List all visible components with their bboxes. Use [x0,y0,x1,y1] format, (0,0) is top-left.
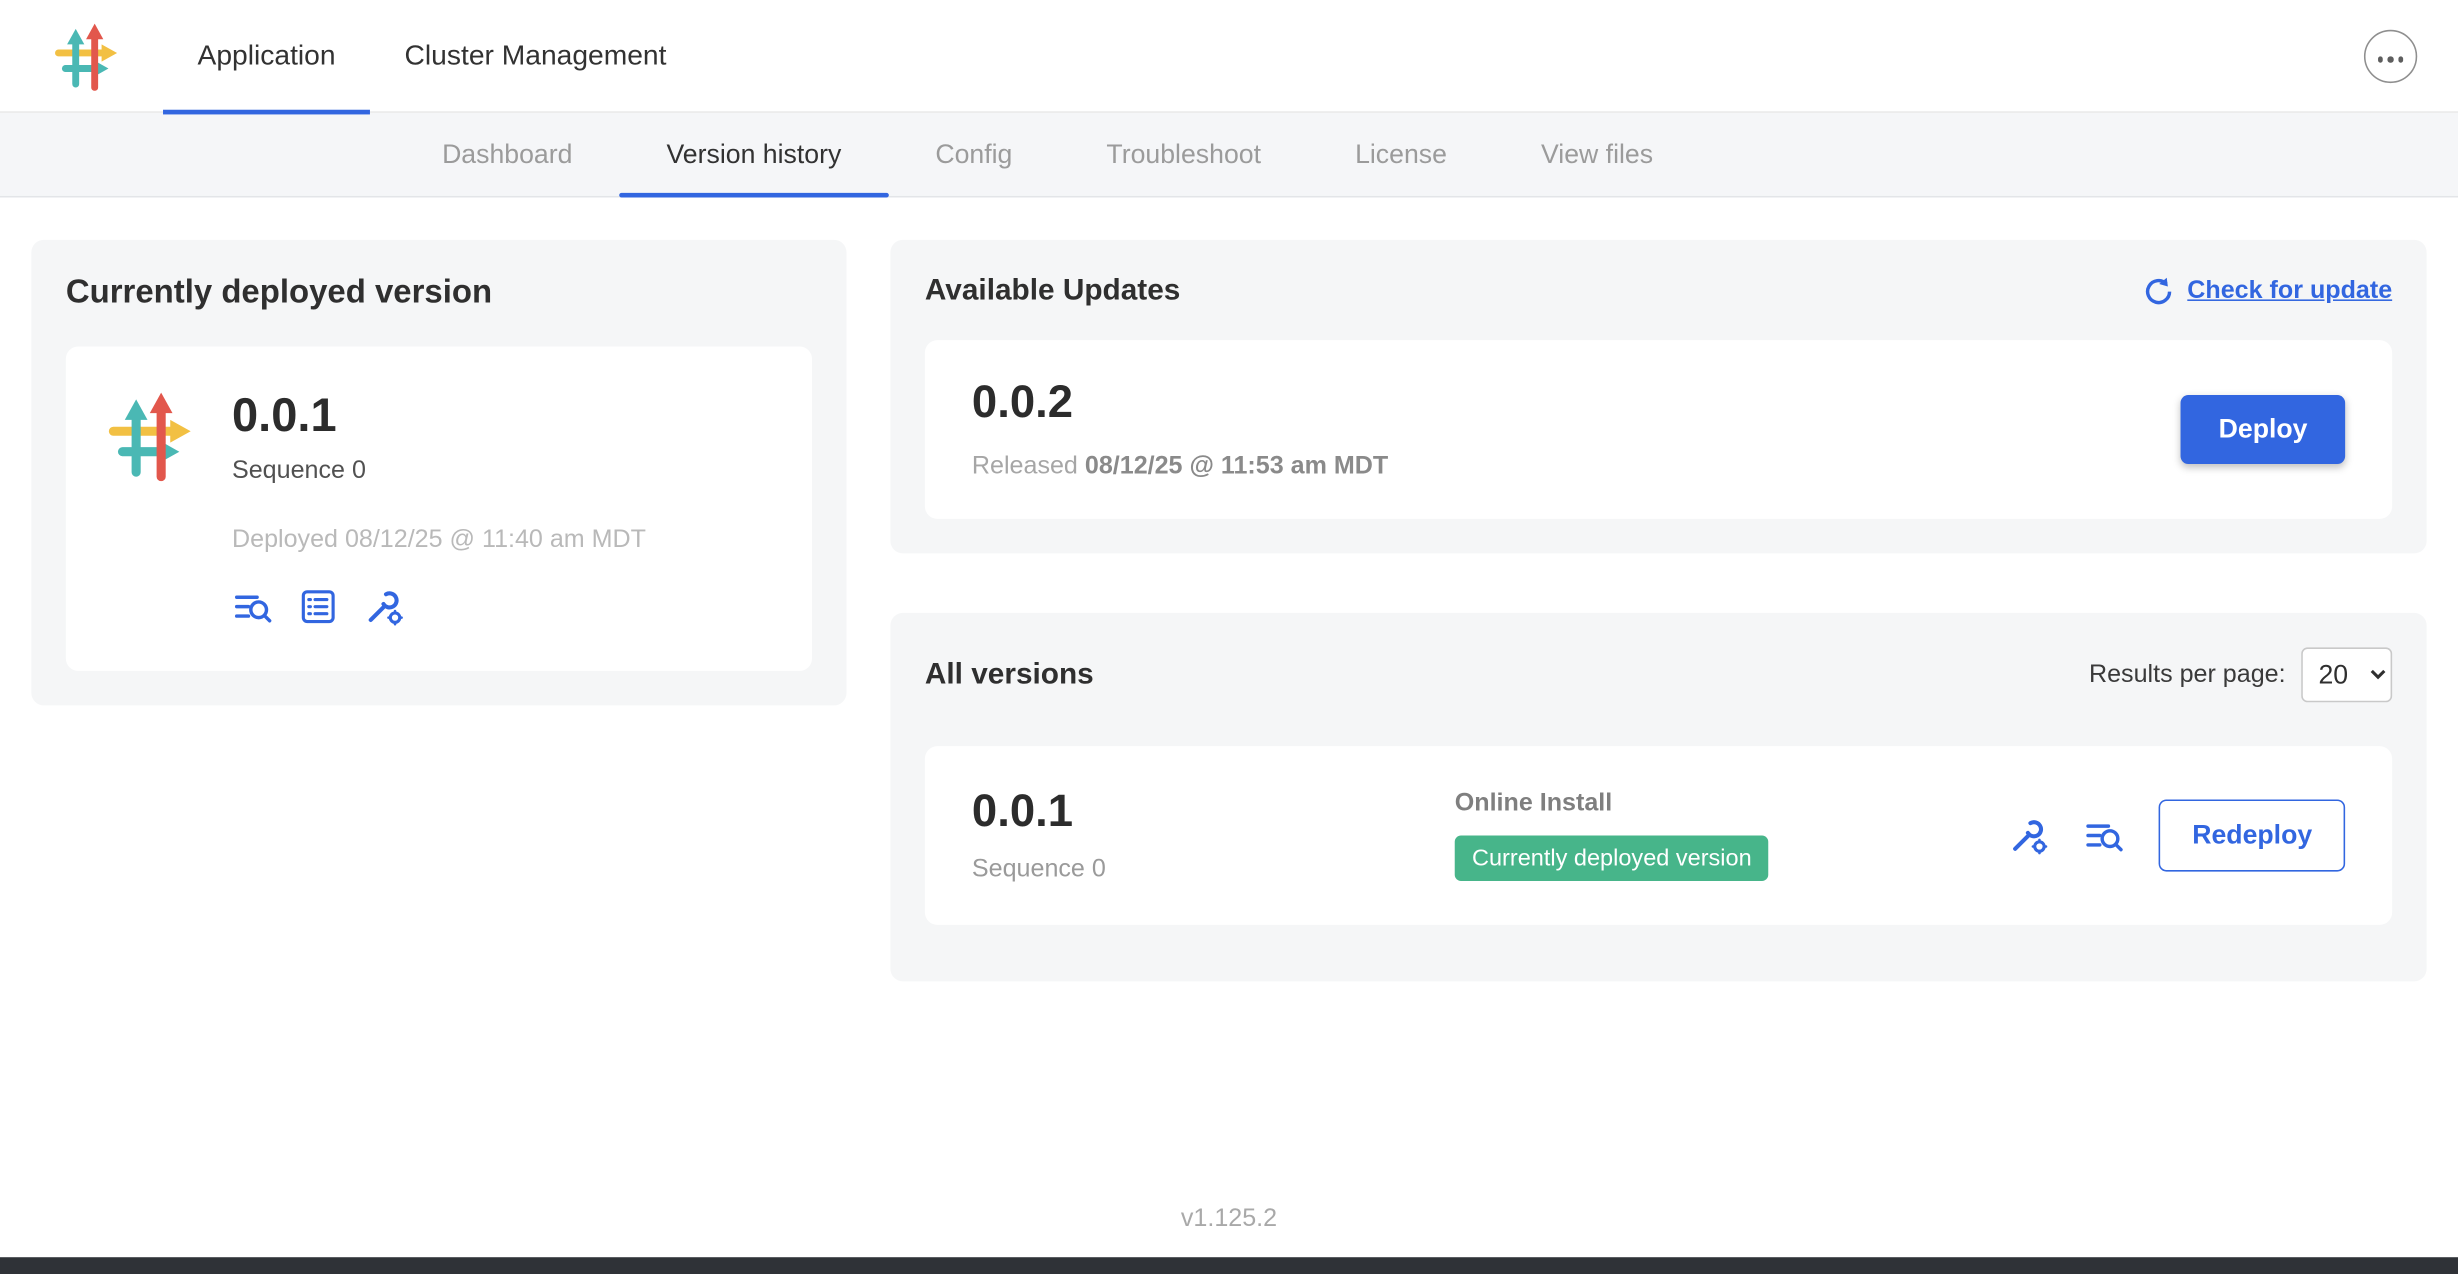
subnav-view-files[interactable]: View files [1494,113,1700,196]
release-notes-icon[interactable] [232,586,273,627]
subnav-config[interactable]: Config [888,113,1059,196]
deploy-button[interactable]: Deploy [2181,395,2345,464]
results-per-page: Results per page: 20 [2089,647,2392,702]
subnav-license[interactable]: License [1308,113,1494,196]
subnav-dashboard-label: Dashboard [442,139,572,170]
available-updates-card: Available Updates Check for update [890,240,2426,554]
available-updates-header: Available Updates Check for update [925,274,2392,308]
deployed-timestamp: Deployed 08/12/25 @ 11:40 am MDT [232,527,646,555]
deployed-sequence: Sequence 0 [232,458,646,486]
app-subnav: Dashboard Version history Config Trouble… [0,113,2458,198]
deployed-version-card: 0.0.1 Sequence 0 Deployed 08/12/25 @ 11:… [66,346,812,670]
subnav-license-label: License [1355,139,1447,170]
subnav-view-files-label: View files [1541,139,1653,170]
check-for-update-label: Check for update [2187,277,2392,305]
redeploy-button[interactable]: Redeploy [2159,799,2345,871]
app-window: Application Cluster Management Dashboard… [0,0,2458,1274]
check-for-update-link[interactable]: Check for update [2143,276,2392,307]
subnav-version-history-label: Version history [666,139,841,170]
updates-column: Available Updates Check for update [890,240,2426,981]
deployed-column: Currently deployed version [31,240,846,706]
version-row: 0.0.1 Sequence 0 Online Install Currentl… [925,746,2392,925]
main-content: Currently deployed version [0,198,2458,1024]
currently-deployed-badge: Currently deployed version [1455,836,1769,881]
update-version-number: 0.0.2 [972,378,1388,430]
install-type-label: Online Install [1455,790,1769,818]
subnav-troubleshoot[interactable]: Troubleshoot [1059,113,1308,196]
refresh-icon [2143,276,2174,307]
subnav-troubleshoot-label: Troubleshoot [1106,139,1261,170]
tab-application[interactable]: Application [163,0,370,112]
bottom-bar [0,1257,2458,1274]
ellipsis-icon [2375,42,2406,70]
all-versions-card: All versions Results per page: 20 0.0.1 … [890,613,2426,981]
results-per-page-select[interactable]: 20 [2301,647,2392,702]
subnav-version-history[interactable]: Version history [619,113,888,196]
edit-config-icon[interactable] [2009,815,2050,856]
app-version-logo-icon [107,390,198,481]
released-prefix: Released [972,453,1078,480]
app-logo-icon [53,21,122,90]
subnav-dashboard[interactable]: Dashboard [395,113,619,196]
overflow-menu-button[interactable] [2364,29,2417,82]
available-update-row: 0.0.2 Released 08/12/25 @ 11:53 am MDT D… [925,340,2392,519]
version-row-number: 0.0.1 [972,787,1455,839]
version-row-info: 0.0.1 Sequence 0 [972,787,1455,884]
tab-cluster-management[interactable]: Cluster Management [370,0,701,112]
release-notes-icon[interactable] [2084,815,2125,856]
preflight-checks-icon[interactable] [298,586,339,627]
version-row-status: Online Install Currently deployed versio… [1455,790,1769,881]
deployed-version-details: 0.0.1 Sequence 0 Deployed 08/12/25 @ 11:… [232,390,646,627]
released-date: 08/12/25 @ 11:53 am MDT [1085,453,1388,480]
deployed-card-title: Currently deployed version [66,274,812,312]
version-row-actions: Redeploy [2009,799,2345,871]
currently-deployed-card: Currently deployed version [31,240,846,706]
deployed-actions [232,586,646,627]
tab-cluster-management-label: Cluster Management [405,39,667,72]
edit-config-icon[interactable] [364,586,405,627]
app-header: Application Cluster Management [0,0,2458,113]
all-versions-title: All versions [925,658,1094,692]
console-version-label: v1.125.2 [0,1205,2458,1233]
deployed-version-number: 0.0.1 [232,390,646,443]
update-info: 0.0.2 Released 08/12/25 @ 11:53 am MDT [972,378,1388,481]
all-versions-header: All versions Results per page: 20 [925,647,2392,702]
tab-application-label: Application [198,39,336,72]
update-released-line: Released 08/12/25 @ 11:53 am MDT [972,453,1388,481]
available-updates-title: Available Updates [925,274,1180,308]
results-per-page-label: Results per page: [2089,661,2286,689]
subnav-config-label: Config [935,139,1012,170]
version-row-sequence: Sequence 0 [972,856,1455,884]
